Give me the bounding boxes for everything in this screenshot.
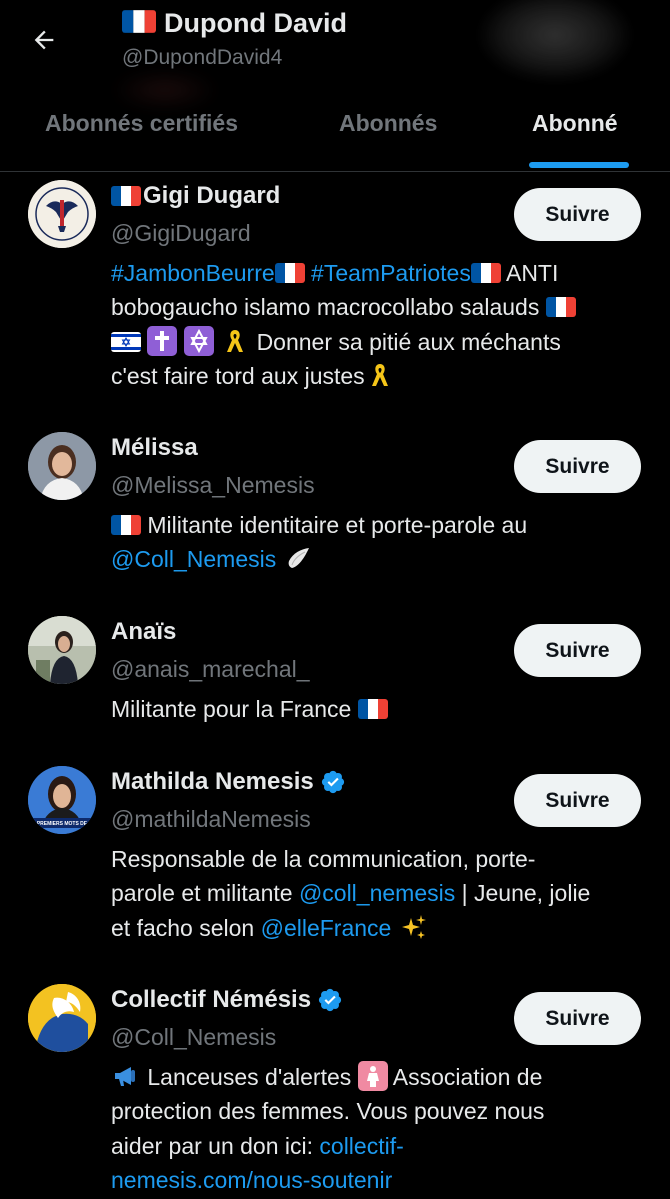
page-handle: @DupondDavid4 <box>122 46 283 69</box>
follow-button[interactable]: Suivre <box>514 774 641 827</box>
bio-text: parole et militante <box>111 880 293 907</box>
france-flag-icon <box>545 297 576 318</box>
avatar[interactable] <box>28 984 96 1052</box>
website-link[interactable]: nemesis.com/nous-soutenir <box>111 1167 392 1193</box>
bio-text: protection des femmes. Vous pouvez nous <box>111 1098 545 1125</box>
bio-text: Responsable de la communication, porte- <box>111 846 536 872</box>
bio-text: bobogaucho islamo macrocollabo salauds <box>111 294 540 321</box>
user-handle: @anais_marechal_ <box>111 656 310 682</box>
bio-text: aider par un don ici: <box>111 1132 314 1159</box>
bio-text: Lanceuses d'alertes <box>147 1064 352 1090</box>
website-link[interactable]: collectif- <box>319 1133 403 1159</box>
tab-bar: Abonnés certifiés Abonnés Abonné <box>0 100 670 171</box>
france-flag-icon <box>111 186 141 206</box>
page-title: Dupond David <box>122 8 347 39</box>
france-flag-icon <box>122 10 156 33</box>
user-handle: @mathildaNemesis <box>111 806 311 832</box>
follow-button[interactable]: Suivre <box>514 992 641 1045</box>
profile-photo <box>28 616 96 684</box>
avatar[interactable] <box>28 616 96 684</box>
user-name[interactable]: Mathilda Nemesis <box>111 768 346 796</box>
france-flag-icon <box>111 515 141 535</box>
user-row[interactable]: Anaïs @anais_marechal_ Suivre Militante … <box>0 608 670 748</box>
follow-button[interactable]: Suivre <box>514 188 641 241</box>
user-name[interactable]: Collectif Némésis <box>111 986 343 1014</box>
france-flag-icon <box>274 263 305 283</box>
user-handle: @Melissa_Nemesis <box>111 472 315 498</box>
user-name[interactable]: Anaïs <box>111 618 176 646</box>
user-row[interactable]: Mélissa @Melissa_Nemesis Suivre Militant… <box>0 424 670 594</box>
mention-link[interactable]: @coll_nemesis <box>299 880 455 906</box>
user-bio: Militante pour la France <box>111 692 641 726</box>
user-row[interactable]: Gigi Dugard @GigiDugard Suivre #JambonBe… <box>0 172 670 404</box>
bio-text: Donner sa pitié aux méchants <box>256 328 561 355</box>
active-tab-indicator <box>529 162 629 168</box>
avatar[interactable]: PREMIERS MOTS DE <box>28 766 96 834</box>
latin-cross-icon <box>147 325 178 356</box>
profile-photo <box>28 432 96 500</box>
follow-button[interactable]: Suivre <box>514 624 641 677</box>
user-bio: #JambonBeurre #TeamPatriotes ANTI boboga… <box>111 256 641 393</box>
user-bio: Militante identitaire et porte-parole au… <box>111 508 641 577</box>
bio-text: et facho selon <box>111 914 255 941</box>
france-flag-icon <box>357 699 388 719</box>
back-button[interactable] <box>22 18 66 62</box>
hashtag-link[interactable]: #TeamPatriotes <box>311 260 471 286</box>
user-row[interactable]: PREMIERS MOTS DE Mathilda Nemesis @mathi… <box>0 758 670 958</box>
tab-verified-followers[interactable]: Abonnés certifiés <box>45 110 238 137</box>
phare-patriote-logo <box>28 180 96 248</box>
bio-text: Association de <box>392 1064 543 1090</box>
verified-badge-icon <box>318 988 342 1012</box>
page-title-text: Dupond David <box>164 8 347 38</box>
bio-text: c'est faire tord aux justes <box>111 362 365 389</box>
header-background-blur <box>480 0 630 80</box>
user-bio: Lanceuses d'alertes Association de prote… <box>111 1060 641 1197</box>
user-name[interactable]: Gigi Dugard <box>111 182 280 210</box>
mention-link[interactable]: @Coll_Nemesis <box>111 546 276 572</box>
profile-photo: PREMIERS MOTS DE <box>28 766 96 834</box>
bio-text: | Jeune, jolie <box>461 880 591 907</box>
user-name-text: Collectif Némésis <box>111 986 312 1013</box>
mention-link[interactable]: @elleFrance <box>261 915 392 941</box>
user-handle: @GigiDugard <box>111 220 251 246</box>
tab-followers[interactable]: Abonnés <box>339 110 437 137</box>
avatar[interactable] <box>28 432 96 500</box>
collectif-nemesis-logo <box>28 984 96 1052</box>
user-name-text: Gigi Dugard <box>143 182 281 209</box>
user-bio: Responsable de la communication, porte- … <box>111 842 641 945</box>
yellow-ribbon-icon <box>220 326 250 356</box>
bio-text: ANTI <box>505 260 559 286</box>
user-handle: @Coll_Nemesis <box>111 1024 277 1050</box>
verified-badge-icon <box>321 770 344 794</box>
avatar-caption: PREMIERS MOTS DE <box>37 821 88 827</box>
tab-following[interactable]: Abonné <box>532 110 618 137</box>
france-flag-icon <box>470 263 501 283</box>
user-row[interactable]: Collectif Némésis @Coll_Nemesis Suivre L… <box>0 976 670 1199</box>
wing-icon <box>283 543 313 573</box>
user-name-text: Mathilda Nemesis <box>111 768 314 795</box>
star-of-david-icon <box>183 325 214 356</box>
hashtag-link[interactable]: #JambonBeurre <box>111 260 275 286</box>
avatar[interactable] <box>28 180 96 248</box>
user-name[interactable]: Mélissa <box>111 434 198 462</box>
yellow-ribbon-icon <box>365 360 395 390</box>
israel-flag-icon <box>111 331 141 352</box>
bio-text: Militante identitaire et porte-parole au <box>147 512 528 538</box>
womens-symbol-icon <box>357 1061 388 1091</box>
arrow-left-icon <box>34 30 54 50</box>
profile-header: Dupond David @DupondDavid4 Abonnés certi… <box>0 0 670 172</box>
sparkles-icon <box>398 912 428 942</box>
megaphone-icon <box>111 1061 141 1091</box>
bio-text: Militante pour la France <box>111 696 352 722</box>
follow-button[interactable]: Suivre <box>514 440 641 493</box>
